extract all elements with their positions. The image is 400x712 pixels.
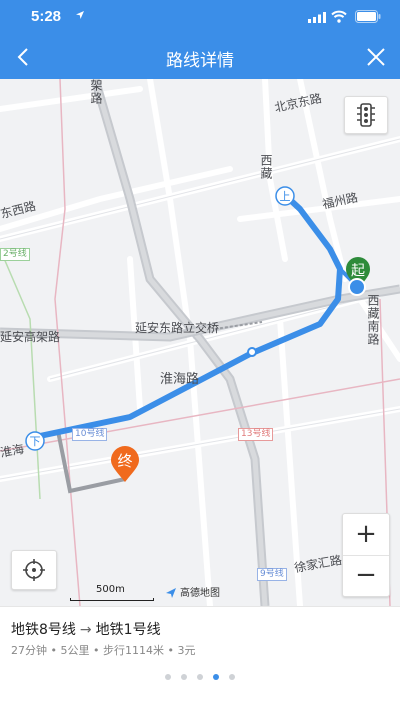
route-walk: 步行1114米 (103, 644, 164, 657)
status-bar: 5:28 (0, 0, 400, 35)
meta-separator: • (167, 644, 175, 657)
end-marker-label: 终 (117, 452, 133, 470)
scale-bar (70, 598, 154, 601)
crosshair-icon (23, 559, 45, 581)
status-time: 5:28 (31, 8, 62, 25)
amap-logo-icon (166, 588, 176, 598)
map-label: 延安高架路 (0, 330, 61, 344)
map-provider-name: 高德地图 (180, 588, 220, 599)
scale-label: 500m (96, 584, 125, 595)
map-scale: 500m (70, 584, 154, 601)
map-view[interactable]: 北京东路 西藏 福州路 东西路 延安高架路 延安东路立交桥 淮海路 淮海 西藏南… (0, 79, 400, 606)
zoom-control: + − (342, 513, 390, 597)
map-provider-logo: 高德地图 (165, 584, 220, 599)
page-dot[interactable] (229, 674, 235, 680)
page-indicator (0, 665, 400, 684)
route-to-line: 地铁1号线 (95, 622, 161, 638)
map-label: 架路 (89, 79, 103, 105)
wifi-icon (331, 10, 347, 23)
zoom-out-button[interactable]: − (343, 555, 389, 597)
location-arrow-icon (76, 11, 84, 19)
page-dot[interactable] (165, 674, 171, 680)
metro-line-tag: 10号线 (72, 428, 108, 441)
zoom-in-button[interactable]: + (343, 514, 389, 555)
meta-separator: • (50, 644, 58, 657)
map-label: 淮海路 (160, 372, 200, 387)
close-icon[interactable] (364, 45, 388, 69)
current-location-icon (348, 278, 366, 296)
route-meta: 27分钟 • 5公里 • 步行1114米 • 3元 (11, 642, 196, 658)
route-duration: 27分钟 (11, 644, 47, 657)
metro-line-tag: 2号线 (0, 248, 30, 261)
alight-marker[interactable]: 下 (24, 430, 46, 452)
traffic-light-icon (357, 103, 375, 127)
route-price: 3元 (177, 644, 196, 657)
signal-icon (308, 12, 326, 23)
metro-line-tag: 9号线 (257, 568, 287, 581)
battery-icon (355, 10, 381, 23)
metro-line-tag: 13号线 (238, 428, 274, 441)
nav-bar: 路线详情 (0, 35, 400, 79)
meta-separator: • (93, 644, 100, 657)
map-label: 西藏 (259, 154, 273, 180)
route-info-panel[interactable]: 地铁8号线 → 地铁1号线 27分钟 • 5公里 • 步行1114米 • 3元 (0, 606, 400, 712)
page-title: 路线详情 (166, 51, 234, 71)
traffic-toggle-button[interactable] (344, 96, 388, 134)
page-dot[interactable] (181, 674, 187, 680)
locate-button[interactable] (11, 550, 57, 590)
page-dot[interactable] (197, 674, 203, 680)
end-marker[interactable]: 终 (109, 446, 141, 484)
board-marker[interactable]: 上 (274, 185, 296, 207)
route-title: 地铁8号线 → 地铁1号线 (11, 619, 161, 639)
route-distance: 5公里 (60, 644, 90, 657)
alight-marker-label: 下 (29, 435, 41, 448)
map-label: 西藏南路 (366, 294, 380, 346)
map-label: 延安东路立交桥 (135, 321, 220, 335)
board-marker-label: 上 (279, 190, 291, 203)
page-dot[interactable] (213, 674, 219, 680)
route-from-line: 地铁8号线 (11, 622, 76, 638)
route-arrow: → (79, 622, 92, 638)
